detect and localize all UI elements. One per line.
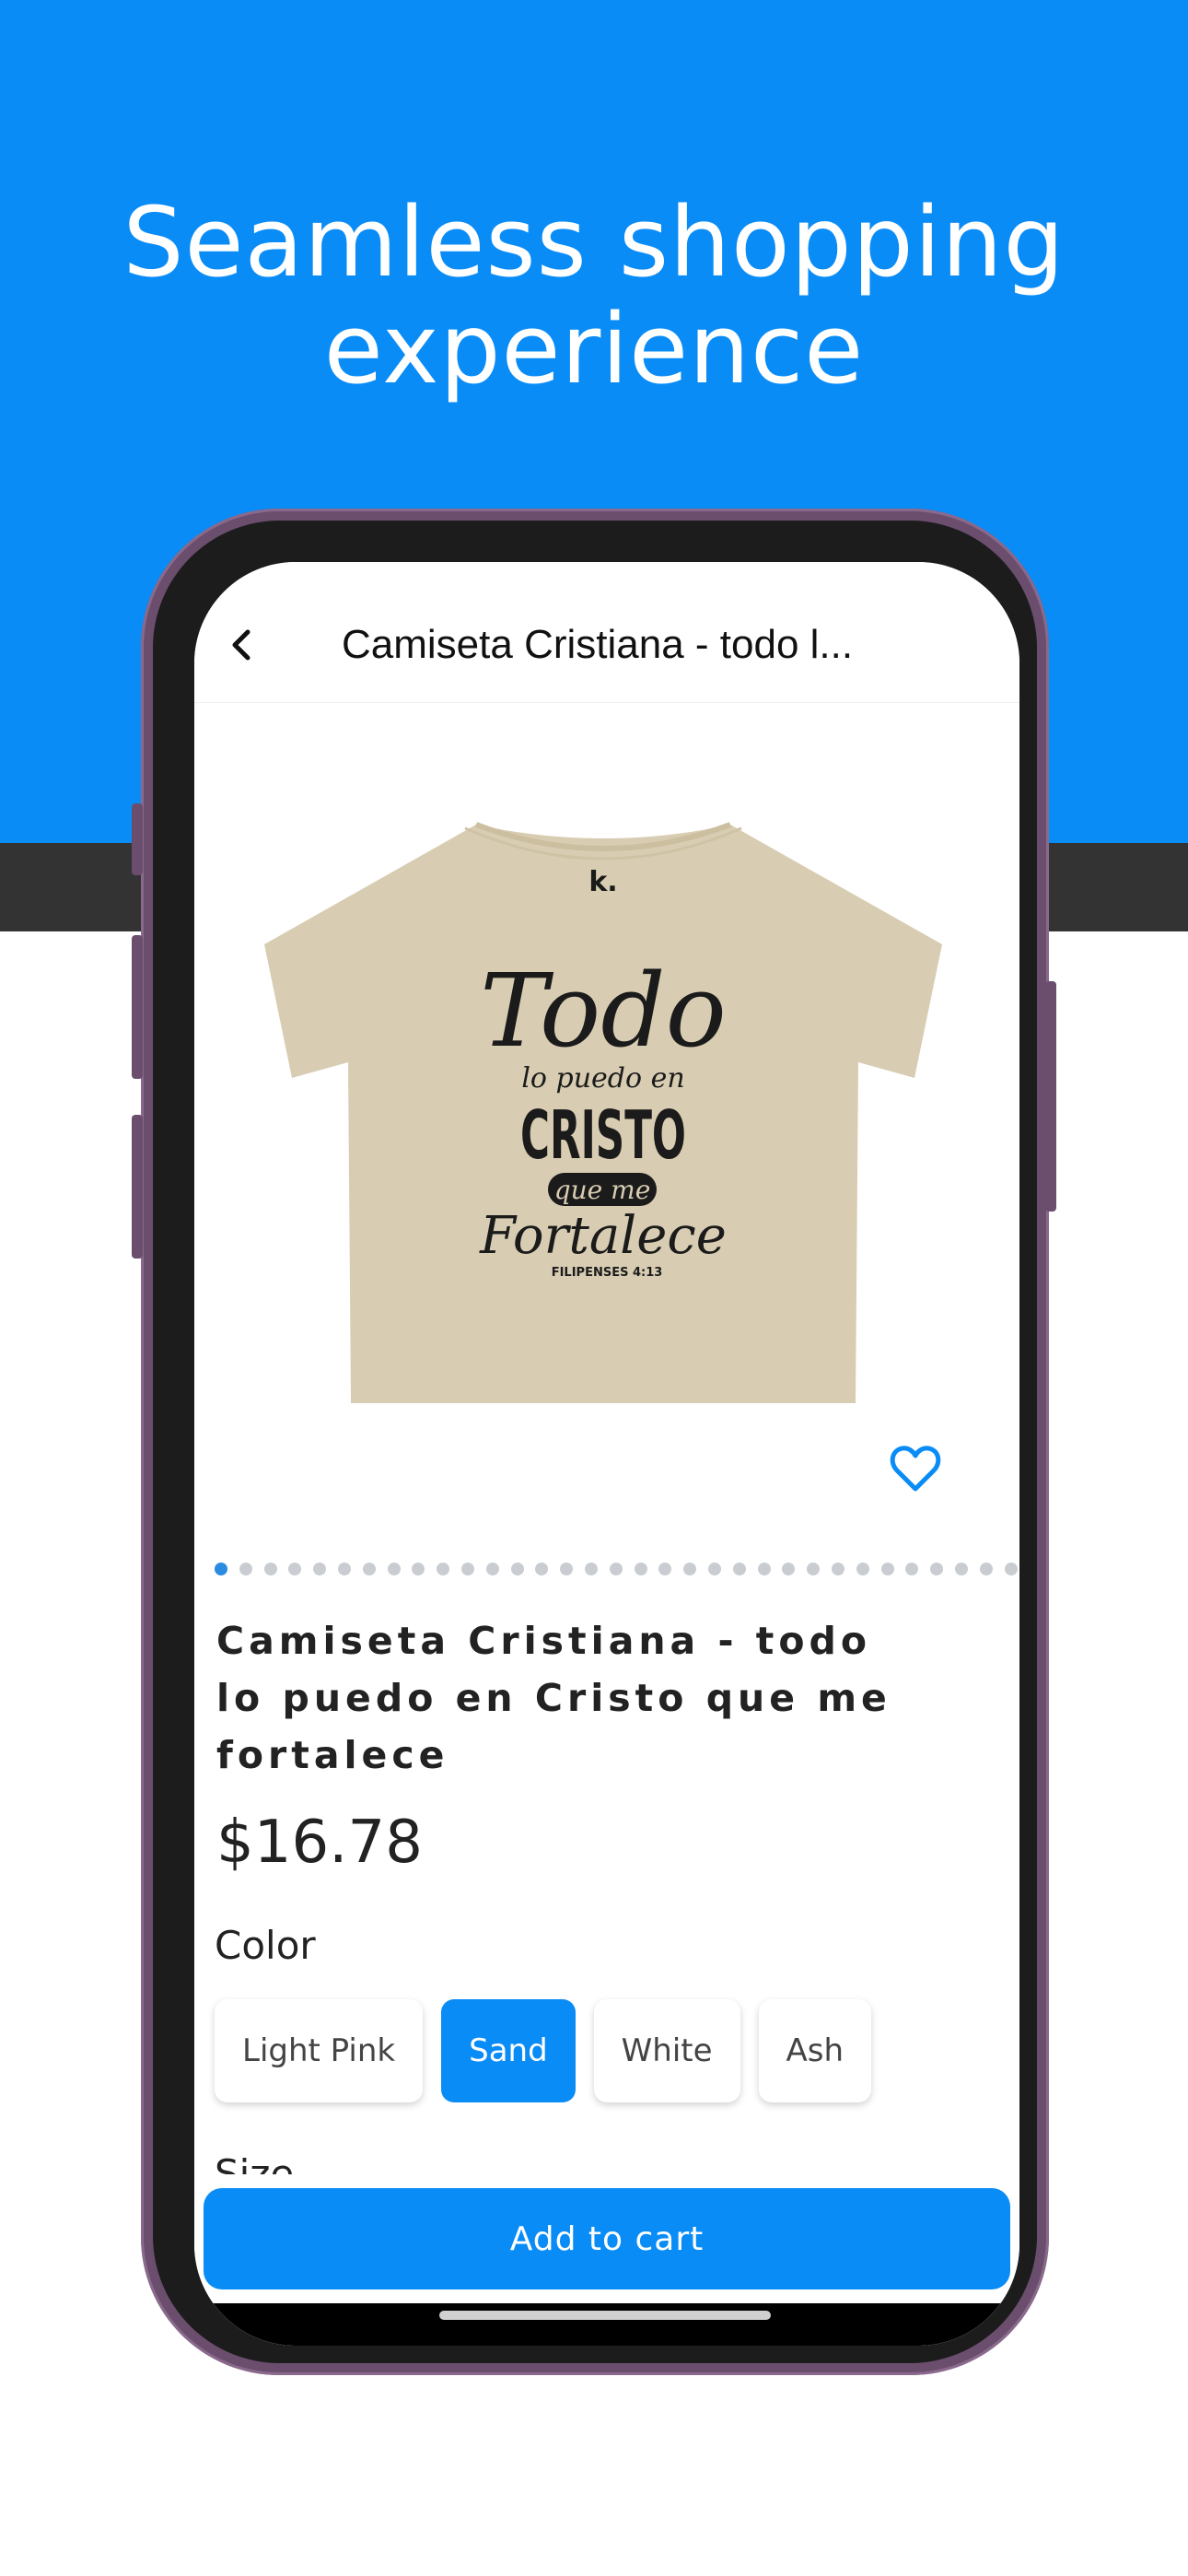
carousel-dot[interactable] xyxy=(782,1563,796,1575)
size-label: Size xyxy=(215,2151,295,2174)
headline: Seamless shopping experience xyxy=(0,189,1188,403)
color-option-sand[interactable]: Sand xyxy=(441,1999,576,2102)
headline-line-1: Seamless shopping xyxy=(122,186,1066,299)
carousel-dot[interactable] xyxy=(954,1563,968,1575)
carousel-dot[interactable] xyxy=(707,1563,721,1575)
carousel-dot[interactable] xyxy=(634,1563,647,1575)
carousel-dot[interactable] xyxy=(880,1563,894,1575)
carousel-dot[interactable] xyxy=(437,1563,450,1575)
phone-screen: Camiseta Cristiana - todo l... k. Todo l… xyxy=(194,562,1019,2346)
color-option-ash[interactable]: Ash xyxy=(758,1999,872,2102)
carousel-dot[interactable] xyxy=(1004,1563,1018,1575)
carousel-dot[interactable] xyxy=(263,1563,277,1575)
carousel-dot[interactable] xyxy=(362,1563,376,1575)
carousel-dot[interactable] xyxy=(584,1563,598,1575)
carousel-dot[interactable] xyxy=(807,1563,821,1575)
product-price: $16.78 xyxy=(216,1809,423,1877)
phone-frame: Camiseta Cristiana - todo l... k. Todo l… xyxy=(141,509,1049,2375)
product-image[interactable]: k. Todo lo puedo en CRISTO que me Fortal… xyxy=(255,815,951,1414)
color-option-light-pink[interactable]: Light Pink xyxy=(215,1999,424,2102)
carousel-dot[interactable] xyxy=(387,1563,401,1575)
product-name: Camiseta Cristiana - todo lo puedo en Cr… xyxy=(216,1612,972,1784)
home-indicator[interactable] xyxy=(439,2311,771,2320)
phone-side-button-power xyxy=(1045,981,1056,1212)
carousel-dot-active[interactable] xyxy=(215,1563,227,1575)
carousel-dot[interactable] xyxy=(658,1563,672,1575)
carousel-dot[interactable] xyxy=(288,1563,302,1575)
home-bar-area xyxy=(194,2303,1019,2346)
nav-title: Camiseta Cristiana - todo l... xyxy=(342,622,854,667)
print-line-1: Todo xyxy=(480,952,727,1070)
add-to-cart-button[interactable]: Add to cart xyxy=(204,2188,1010,2289)
carousel-dot[interactable] xyxy=(905,1563,919,1575)
print-line-2: lo puedo en xyxy=(521,1062,684,1095)
carousel-dot[interactable] xyxy=(683,1563,697,1575)
print-line-6: FILIPENSES 4:13 xyxy=(552,1266,663,1280)
carousel-dot[interactable] xyxy=(757,1563,771,1575)
carousel-dot[interactable] xyxy=(460,1563,474,1575)
chevron-left-icon[interactable] xyxy=(226,628,259,662)
carousel-dot[interactable] xyxy=(930,1563,944,1575)
top-nav-bar: Camiseta Cristiana - todo l... xyxy=(194,562,1019,703)
product-name-line: Camiseta Cristiana - todo xyxy=(216,1619,872,1663)
phone-side-button-volume-down xyxy=(132,1115,143,1259)
carousel-dot[interactable] xyxy=(560,1563,574,1575)
print-line-4: que me xyxy=(554,1175,651,1205)
color-options: Light Pink Sand White Ash xyxy=(215,1999,872,2102)
heart-outline-icon[interactable] xyxy=(890,1445,941,1493)
print-line-3: CRISTO xyxy=(520,1096,686,1174)
carousel-dot[interactable] xyxy=(412,1563,425,1575)
carousel-dot[interactable] xyxy=(979,1563,993,1575)
image-carousel-indicator[interactable] xyxy=(215,1563,1018,1577)
carousel-dot[interactable] xyxy=(510,1563,524,1575)
color-option-white[interactable]: White xyxy=(593,1999,740,2102)
carousel-dot[interactable] xyxy=(609,1563,623,1575)
phone-bezel: Camiseta Cristiana - todo l... k. Todo l… xyxy=(153,521,1037,2363)
phone-side-button-volume-up xyxy=(132,935,143,1079)
product-name-line: fortalece xyxy=(216,1733,449,1777)
phone-side-button-mute xyxy=(132,803,143,875)
color-label: Color xyxy=(215,1923,316,1968)
headline-line-2: experience xyxy=(323,293,865,405)
carousel-dot[interactable] xyxy=(337,1563,351,1575)
carousel-dot[interactable] xyxy=(856,1563,869,1575)
print-line-5: Fortalece xyxy=(479,1206,727,1266)
product-name-line: lo puedo en Cristo que me xyxy=(216,1676,891,1720)
carousel-dot[interactable] xyxy=(535,1563,549,1575)
carousel-dot[interactable] xyxy=(732,1563,746,1575)
carousel-dot[interactable] xyxy=(239,1563,252,1575)
carousel-dot[interactable] xyxy=(313,1563,327,1575)
carousel-dot[interactable] xyxy=(485,1563,499,1575)
carousel-dot[interactable] xyxy=(831,1563,844,1575)
brand-mark: k. xyxy=(588,866,617,898)
